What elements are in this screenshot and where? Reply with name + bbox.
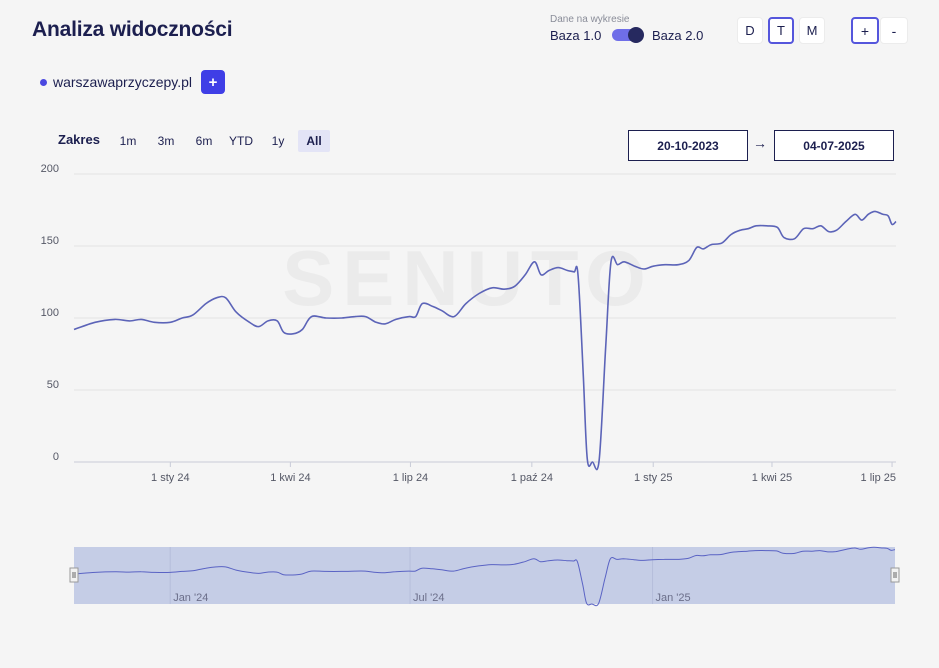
x-tick-label: 1 sty 24 bbox=[151, 472, 190, 484]
x-tick-label: 1 kwi 25 bbox=[752, 472, 792, 484]
navigator-tick-label: Jan '24 bbox=[173, 592, 208, 604]
x-tick-label: 1 lip 24 bbox=[393, 472, 428, 484]
y-tick-label: 200 bbox=[41, 163, 59, 175]
visibility-chart: SENUTO 0 50 100 150 200 1 sty 24 1 kwi 24 1 lip … bbox=[41, 163, 900, 607]
navigator-right-handle[interactable] bbox=[890, 567, 900, 583]
x-tick-label: 1 kwi 24 bbox=[270, 472, 310, 484]
navigator-tick-label: Jan '25 bbox=[656, 592, 691, 604]
y-tick-label: 0 bbox=[53, 451, 59, 463]
x-tick-label: 1 paź 24 bbox=[511, 472, 553, 484]
y-tick-label: 100 bbox=[41, 307, 59, 319]
y-tick-label: 50 bbox=[47, 379, 59, 391]
x-tick-label: 1 lip 25 bbox=[861, 472, 896, 484]
navigator-tick-label: Jul '24 bbox=[413, 592, 444, 604]
y-tick-label: 150 bbox=[41, 235, 59, 247]
x-tick-label: 1 sty 25 bbox=[634, 472, 673, 484]
navigator-left-handle[interactable] bbox=[69, 567, 79, 583]
watermark-text: SENUTO bbox=[282, 234, 654, 322]
